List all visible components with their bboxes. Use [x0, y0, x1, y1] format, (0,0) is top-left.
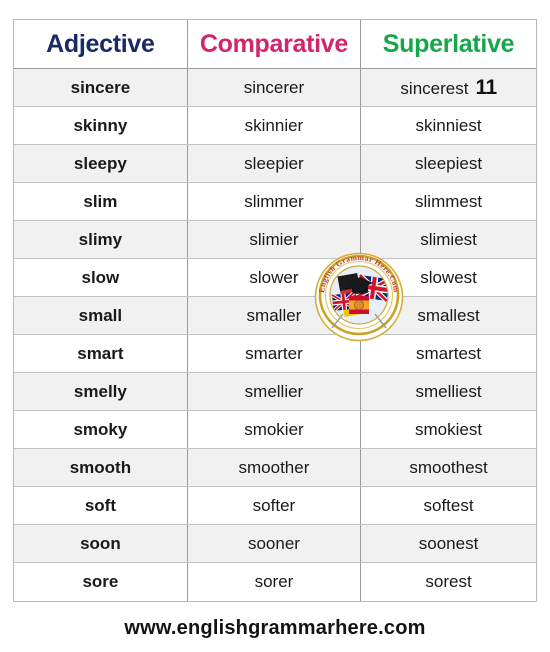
- cell-adjective: slim: [14, 182, 188, 221]
- cell-adjective: sincere: [14, 68, 188, 107]
- cell-comparative: smellier: [187, 372, 362, 411]
- cell-adjective: sleepy: [14, 144, 188, 183]
- cell-adjective: smoky: [14, 410, 188, 449]
- cell-superlative: smallest: [360, 296, 536, 335]
- cell-superlative: sorest: [360, 562, 536, 601]
- cell-superlative: smokiest: [360, 410, 536, 449]
- cell-comparative: slimmer: [187, 182, 362, 221]
- cell-superlative: softest: [360, 486, 536, 525]
- table-row: slimy slimier slimiest: [14, 220, 536, 259]
- table-header-row: Adjective Comparative Superlative: [14, 20, 536, 69]
- adjective-comparison-table: Adjective Comparative Superlative sincer…: [14, 20, 536, 601]
- cell-comparative: smaller: [187, 296, 362, 335]
- column-header-superlative: Superlative: [360, 20, 536, 69]
- cell-adjective: slimy: [14, 220, 188, 259]
- cell-adjective: sore: [14, 562, 188, 601]
- table-row: slim slimmer slimmest: [14, 182, 536, 221]
- table-row: smelly smellier smelliest: [14, 372, 536, 411]
- table-row: smoky smokier smokiest: [14, 410, 536, 449]
- cell-comparative: slower: [187, 258, 362, 297]
- page-root: Adjective Comparative Superlative sincer…: [0, 0, 550, 652]
- cell-superlative: smoothest: [360, 448, 536, 487]
- cell-adjective: smooth: [14, 448, 188, 487]
- cell-comparative: sleepier: [187, 144, 362, 183]
- cell-comparative: sorer: [187, 562, 362, 601]
- cell-superlative: sincerest 11: [360, 68, 536, 107]
- column-header-adjective: Adjective: [14, 20, 188, 69]
- cell-comparative: smokier: [187, 410, 362, 449]
- cell-comparative: skinnier: [187, 106, 362, 145]
- cell-comparative: sincerer: [187, 68, 362, 107]
- cell-adjective: smelly: [14, 372, 188, 411]
- cell-adjective: skinny: [14, 106, 188, 145]
- table-row: sore sorer sorest: [14, 562, 536, 601]
- cell-superlative: slimmest: [360, 182, 536, 221]
- table-row: slow slower slowest: [14, 258, 536, 297]
- table-row: soft softer softest: [14, 486, 536, 525]
- cell-adjective: small: [14, 296, 188, 335]
- table-row: soon sooner soonest: [14, 524, 536, 563]
- cell-superlative: smartest: [360, 334, 536, 373]
- table-row: sleepy sleepier sleepiest: [14, 144, 536, 183]
- table-row: smart smarter smartest: [14, 334, 536, 373]
- cell-comparative: softer: [187, 486, 362, 525]
- cell-comparative: sooner: [187, 524, 362, 563]
- cell-superlative: skinniest: [360, 106, 536, 145]
- cell-superlative: soonest: [360, 524, 536, 563]
- cell-comparative: smoother: [187, 448, 362, 487]
- site-url-footer: www.englishgrammarhere.com: [124, 617, 426, 639]
- cell-comparative: slimier: [187, 220, 362, 259]
- cell-adjective: slow: [14, 258, 188, 297]
- table-row: skinny skinnier skinniest: [14, 106, 536, 145]
- cell-adjective: soft: [14, 486, 188, 525]
- cell-comparative: smarter: [187, 334, 362, 373]
- column-header-comparative: Comparative: [187, 20, 362, 69]
- table-row: sincere sincerer sincerest 11: [14, 68, 536, 107]
- cell-superlative: slowest: [360, 258, 536, 297]
- table-body: sincere sincerer sincerest 11 skinny skin…: [14, 68, 536, 601]
- page-number-marker: 11: [475, 75, 497, 99]
- cell-superlative-text: sincerest: [400, 78, 469, 98]
- table-row: smooth smoother smoothest: [14, 448, 536, 487]
- cell-superlative: smelliest: [360, 372, 536, 411]
- cell-superlative: sleepiest: [360, 144, 536, 183]
- cell-superlative: slimiest: [360, 220, 536, 259]
- cell-adjective: smart: [14, 334, 188, 373]
- cell-adjective: soon: [14, 524, 188, 563]
- table-row: small smaller smallest: [14, 296, 536, 335]
- adjective-comparison-table-container: Adjective Comparative Superlative sincer…: [13, 19, 537, 602]
- table-header: Adjective Comparative Superlative: [14, 20, 536, 69]
